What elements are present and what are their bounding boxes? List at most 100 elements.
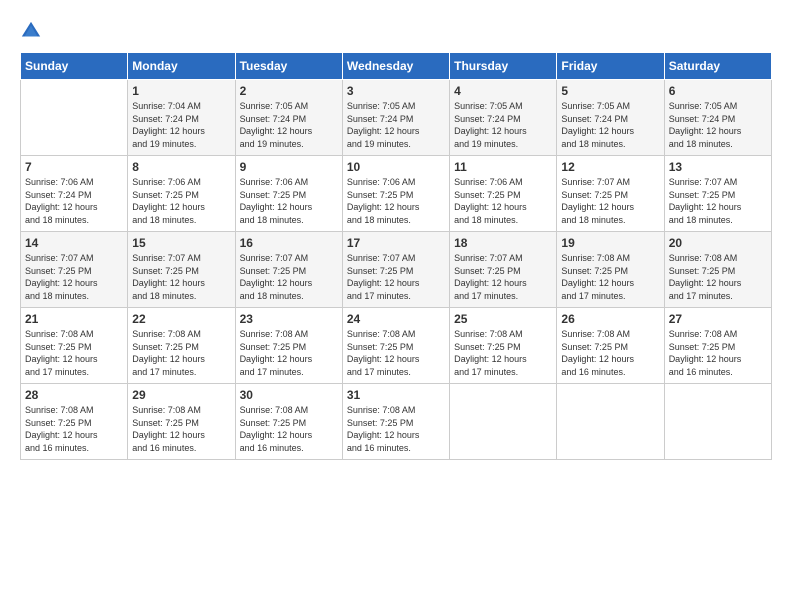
calendar-cell: 27Sunrise: 7:08 AMSunset: 7:25 PMDayligh… <box>664 308 771 384</box>
day-info: Sunrise: 7:08 AMSunset: 7:25 PMDaylight:… <box>561 252 659 302</box>
calendar-cell: 15 Sunrise: 7:07 AMSunset: 7:25 PMDayligh… <box>128 232 235 308</box>
day-info: Sunrise: 7:06 AMSunset: 7:25 PMDaylight:… <box>454 176 552 226</box>
day-info: Sunrise: 7:08 AMSunset: 7:25 PMDaylight:… <box>132 328 230 378</box>
header-day-thursday: Thursday <box>450 53 557 80</box>
day-info: Sunrise: 7:07 AMSunset: 7:25 PMDaylight:… <box>240 252 338 302</box>
calendar-cell: 13 Sunrise: 7:07 AMSunset: 7:25 PMDayligh… <box>664 156 771 232</box>
day-info: Sunrise: 7:08 AMSunset: 7:25 PMDaylight:… <box>669 328 767 378</box>
week-row-5: 28 Sunrise: 7:08 AMSunset: 7:25 PMDayligh… <box>21 384 772 460</box>
day-number: 15 <box>132 236 230 250</box>
calendar-cell: 14Sunrise: 7:07 AMSunset: 7:25 PMDayligh… <box>21 232 128 308</box>
day-info: Sunrise: 7:08 AMSunset: 7:25 PMDaylight:… <box>132 404 230 454</box>
day-number: 14 <box>25 236 123 250</box>
day-number: 4 <box>454 84 552 98</box>
calendar-cell <box>21 80 128 156</box>
day-info: Sunrise: 7:05 AMSunset: 7:24 PMDaylight:… <box>669 100 767 150</box>
day-number: 28 <box>25 388 123 402</box>
day-info: Sunrise: 7:08 AMSunset: 7:25 PMDaylight:… <box>25 328 123 378</box>
calendar-cell: 5 Sunrise: 7:05 AMSunset: 7:24 PMDaylight… <box>557 80 664 156</box>
header-day-wednesday: Wednesday <box>342 53 449 80</box>
calendar-cell: 10 Sunrise: 7:06 AMSunset: 7:25 PMDayligh… <box>342 156 449 232</box>
logo <box>20 18 46 42</box>
header <box>20 18 772 42</box>
week-row-1: 1 Sunrise: 7:04 AMSunset: 7:24 PMDaylight… <box>21 80 772 156</box>
calendar-cell: 26Sunrise: 7:08 AMSunset: 7:25 PMDayligh… <box>557 308 664 384</box>
day-number: 10 <box>347 160 445 174</box>
day-number: 1 <box>132 84 230 98</box>
calendar-table: SundayMondayTuesdayWednesdayThursdayFrid… <box>20 52 772 460</box>
calendar-cell: 24 Sunrise: 7:08 AMSunset: 7:25 PMDayligh… <box>342 308 449 384</box>
week-row-3: 14 Sunrise: 7:07 AMSunset: 7:25 PMDayligh… <box>21 232 772 308</box>
logo-icon <box>20 20 42 42</box>
day-number: 24 <box>347 312 445 326</box>
calendar-cell <box>557 384 664 460</box>
day-info: Sunrise: 7:08 AMSunset: 7:25 PMDaylight:… <box>240 404 338 454</box>
day-number: 12 <box>561 160 659 174</box>
day-number: 19 <box>561 236 659 250</box>
calendar-cell: 3 Sunrise: 7:05 AMSunset: 7:24 PMDaylight… <box>342 80 449 156</box>
day-number: 20 <box>669 236 767 250</box>
header-day-monday: Monday <box>128 53 235 80</box>
header-day-saturday: Saturday <box>664 53 771 80</box>
day-number: 2 <box>240 84 338 98</box>
calendar-cell: 4 Sunrise: 7:05 AMSunset: 7:24 PMDaylight… <box>450 80 557 156</box>
week-row-4: 21 Sunrise: 7:08 AMSunset: 7:25 PMDayligh… <box>21 308 772 384</box>
day-number: 11 <box>454 160 552 174</box>
week-row-2: 7 Sunrise: 7:06 AMSunset: 7:24 PMDaylight… <box>21 156 772 232</box>
day-info: Sunrise: 7:05 AMSunset: 7:24 PMDaylight:… <box>561 100 659 150</box>
calendar-cell: 18 Sunrise: 7:07 AMSunset: 7:25 PMDayligh… <box>450 232 557 308</box>
day-number: 22 <box>132 312 230 326</box>
calendar-cell: 25 Sunrise: 7:08 AMSunset: 7:25 PMDayligh… <box>450 308 557 384</box>
day-number: 6 <box>669 84 767 98</box>
day-number: 16 <box>240 236 338 250</box>
calendar-cell <box>450 384 557 460</box>
day-info: Sunrise: 7:08 AMSunset: 7:25 PMDaylight:… <box>454 328 552 378</box>
calendar-cell: 9 Sunrise: 7:06 AMSunset: 7:25 PMDaylight… <box>235 156 342 232</box>
header-day-tuesday: Tuesday <box>235 53 342 80</box>
day-number: 13 <box>669 160 767 174</box>
calendar-cell: 2Sunrise: 7:05 AMSunset: 7:24 PMDaylight… <box>235 80 342 156</box>
day-info: Sunrise: 7:04 AMSunset: 7:24 PMDaylight:… <box>132 100 230 150</box>
day-number: 30 <box>240 388 338 402</box>
day-info: Sunrise: 7:07 AMSunset: 7:25 PMDaylight:… <box>132 252 230 302</box>
calendar-cell <box>664 384 771 460</box>
day-info: Sunrise: 7:07 AMSunset: 7:25 PMDaylight:… <box>669 176 767 226</box>
day-info: Sunrise: 7:06 AMSunset: 7:25 PMDaylight:… <box>240 176 338 226</box>
day-info: Sunrise: 7:08 AMSunset: 7:25 PMDaylight:… <box>561 328 659 378</box>
calendar-cell: 29 Sunrise: 7:08 AMSunset: 7:25 PMDayligh… <box>128 384 235 460</box>
day-number: 9 <box>240 160 338 174</box>
day-number: 3 <box>347 84 445 98</box>
day-info: Sunrise: 7:07 AMSunset: 7:25 PMDaylight:… <box>454 252 552 302</box>
calendar-cell: 1 Sunrise: 7:04 AMSunset: 7:24 PMDaylight… <box>128 80 235 156</box>
header-day-friday: Friday <box>557 53 664 80</box>
day-info: Sunrise: 7:06 AMSunset: 7:25 PMDaylight:… <box>347 176 445 226</box>
day-info: Sunrise: 7:08 AMSunset: 7:25 PMDaylight:… <box>347 328 445 378</box>
calendar-cell: 20 Sunrise: 7:08 AMSunset: 7:25 PMDayligh… <box>664 232 771 308</box>
calendar-cell: 21 Sunrise: 7:08 AMSunset: 7:25 PMDayligh… <box>21 308 128 384</box>
page: SundayMondayTuesdayWednesdayThursdayFrid… <box>0 0 792 612</box>
calendar-cell: 19 Sunrise: 7:08 AMSunset: 7:25 PMDayligh… <box>557 232 664 308</box>
day-number: 21 <box>25 312 123 326</box>
day-number: 29 <box>132 388 230 402</box>
calendar-cell: 22 Sunrise: 7:08 AMSunset: 7:25 PMDayligh… <box>128 308 235 384</box>
calendar-cell: 30 Sunrise: 7:08 AMSunset: 7:25 PMDayligh… <box>235 384 342 460</box>
day-info: Sunrise: 7:05 AMSunset: 7:24 PMDaylight:… <box>454 100 552 150</box>
day-number: 25 <box>454 312 552 326</box>
calendar-cell: 23Sunrise: 7:08 AMSunset: 7:25 PMDayligh… <box>235 308 342 384</box>
day-number: 8 <box>132 160 230 174</box>
day-number: 5 <box>561 84 659 98</box>
day-info: Sunrise: 7:07 AMSunset: 7:25 PMDaylight:… <box>347 252 445 302</box>
day-number: 7 <box>25 160 123 174</box>
day-info: Sunrise: 7:06 AMSunset: 7:25 PMDaylight:… <box>132 176 230 226</box>
day-info: Sunrise: 7:05 AMSunset: 7:24 PMDaylight:… <box>347 100 445 150</box>
calendar-cell: 16 Sunrise: 7:07 AMSunset: 7:25 PMDayligh… <box>235 232 342 308</box>
day-info: Sunrise: 7:06 AMSunset: 7:24 PMDaylight:… <box>25 176 123 226</box>
day-number: 18 <box>454 236 552 250</box>
day-info: Sunrise: 7:08 AMSunset: 7:25 PMDaylight:… <box>669 252 767 302</box>
calendar-cell: 28Sunrise: 7:08 AMSunset: 7:25 PMDayligh… <box>21 384 128 460</box>
calendar-cell: 7 Sunrise: 7:06 AMSunset: 7:24 PMDaylight… <box>21 156 128 232</box>
day-number: 17 <box>347 236 445 250</box>
day-info: Sunrise: 7:08 AMSunset: 7:25 PMDaylight:… <box>347 404 445 454</box>
day-number: 23 <box>240 312 338 326</box>
calendar-cell: 11 Sunrise: 7:06 AMSunset: 7:25 PMDayligh… <box>450 156 557 232</box>
